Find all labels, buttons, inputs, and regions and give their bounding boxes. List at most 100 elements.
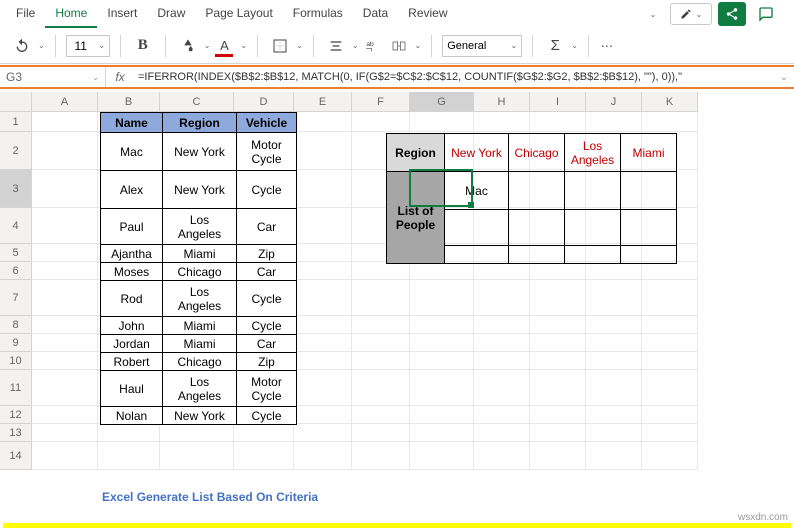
cell-A4[interactable]	[32, 208, 98, 244]
row-header-1[interactable]: 1	[0, 112, 32, 132]
cell-A14[interactable]	[32, 442, 98, 470]
row-header-3[interactable]: 3	[0, 170, 32, 208]
cell-E7[interactable]	[294, 280, 352, 316]
cell-F6[interactable]	[352, 262, 410, 280]
cell-J10[interactable]	[586, 352, 642, 370]
row-header-4[interactable]: 4	[0, 208, 32, 244]
cell-H13[interactable]	[474, 424, 530, 442]
cell-F1[interactable]	[352, 112, 410, 132]
bold-button[interactable]: B	[131, 34, 155, 58]
undo-dropdown[interactable]: ⌄	[38, 41, 45, 50]
cell-H6[interactable]	[474, 262, 530, 280]
cell-A5[interactable]	[32, 244, 98, 262]
cell-J14[interactable]	[586, 442, 642, 470]
cell-E8[interactable]	[294, 316, 352, 334]
cell-J9[interactable]	[586, 334, 642, 352]
cell-G8[interactable]	[410, 316, 474, 334]
cell-I12[interactable]	[530, 406, 586, 424]
row-header-14[interactable]: 14	[0, 442, 32, 470]
cell-F10[interactable]	[352, 352, 410, 370]
column-header-F[interactable]: F	[352, 92, 410, 112]
cell-I6[interactable]	[530, 262, 586, 280]
cell-I1[interactable]	[530, 112, 586, 132]
fill-color-button[interactable]	[176, 34, 200, 58]
cell-A10[interactable]	[32, 352, 98, 370]
tab-file[interactable]: File	[6, 0, 45, 28]
cell-K12[interactable]	[642, 406, 698, 424]
font-color-button[interactable]: A	[212, 34, 236, 58]
merge-button[interactable]	[387, 34, 411, 58]
align-center-button[interactable]	[324, 34, 348, 58]
cell-F9[interactable]	[352, 334, 410, 352]
undo-button[interactable]	[10, 34, 34, 58]
cell-A12[interactable]	[32, 406, 98, 424]
row-header-2[interactable]: 2	[0, 132, 32, 170]
cell-E6[interactable]	[294, 262, 352, 280]
cell-E4[interactable]	[294, 208, 352, 244]
cell-I11[interactable]	[530, 370, 586, 406]
cell-H14[interactable]	[474, 442, 530, 470]
column-header-A[interactable]: A	[32, 92, 98, 112]
name-box[interactable]: G3 ⌄	[0, 67, 106, 87]
cell-J7[interactable]	[586, 280, 642, 316]
cell-E14[interactable]	[294, 442, 352, 470]
cell-E13[interactable]	[294, 424, 352, 442]
number-format-selector[interactable]: General ⌄	[442, 35, 522, 57]
cell-G1[interactable]	[410, 112, 474, 132]
cell-K10[interactable]	[642, 352, 698, 370]
column-header-H[interactable]: H	[474, 92, 530, 112]
align-dropdown[interactable]: ⌄	[352, 41, 359, 50]
row-header-11[interactable]: 11	[0, 370, 32, 406]
formula-input[interactable]: =IFERROR(INDEX($B$2:$B$12, MATCH(0, IF(G…	[134, 67, 774, 87]
edit-mode-button[interactable]: ⌄	[670, 3, 712, 25]
cell-K6[interactable]	[642, 262, 698, 280]
tab-draw[interactable]: Draw	[147, 0, 195, 28]
cell-J13[interactable]	[586, 424, 642, 442]
cell-A3[interactable]	[32, 170, 98, 208]
row-header-13[interactable]: 13	[0, 424, 32, 442]
expand-formula-button[interactable]: ⌄	[774, 67, 794, 87]
cell-J1[interactable]	[586, 112, 642, 132]
tab-home[interactable]: Home	[45, 0, 97, 28]
cell-G13[interactable]	[410, 424, 474, 442]
cell-E1[interactable]	[294, 112, 352, 132]
cell-I10[interactable]	[530, 352, 586, 370]
fill-color-dropdown[interactable]: ⌄	[204, 41, 211, 50]
font-size-selector[interactable]: ⌄	[66, 35, 110, 57]
tab-review[interactable]: Review	[398, 0, 457, 28]
cell-D13[interactable]	[234, 424, 294, 442]
cell-J6[interactable]	[586, 262, 642, 280]
autosum-button[interactable]: Σ	[543, 34, 567, 58]
row-header-8[interactable]: 8	[0, 316, 32, 334]
column-header-K[interactable]: K	[642, 92, 698, 112]
cell-H10[interactable]	[474, 352, 530, 370]
column-header-J[interactable]: J	[586, 92, 642, 112]
merge-dropdown[interactable]: ⌄	[415, 41, 422, 50]
cell-H7[interactable]	[474, 280, 530, 316]
cell-G9[interactable]	[410, 334, 474, 352]
cell-F8[interactable]	[352, 316, 410, 334]
row-header-5[interactable]: 5	[0, 244, 32, 262]
row-header-12[interactable]: 12	[0, 406, 32, 424]
cell-G10[interactable]	[410, 352, 474, 370]
cell-K11[interactable]	[642, 370, 698, 406]
column-header-E[interactable]: E	[294, 92, 352, 112]
cell-H1[interactable]	[474, 112, 530, 132]
cell-I7[interactable]	[530, 280, 586, 316]
cell-F7[interactable]	[352, 280, 410, 316]
cell-C13[interactable]	[160, 424, 234, 442]
column-header-B[interactable]: B	[98, 92, 160, 112]
tab-page-layout[interactable]: Page Layout	[195, 0, 282, 28]
borders-button[interactable]	[268, 34, 292, 58]
cell-J8[interactable]	[586, 316, 642, 334]
column-header-D[interactable]: D	[234, 92, 294, 112]
font-size-input[interactable]	[67, 39, 95, 53]
cell-E10[interactable]	[294, 352, 352, 370]
cell-J12[interactable]	[586, 406, 642, 424]
cell-E11[interactable]	[294, 370, 352, 406]
cell-G11[interactable]	[410, 370, 474, 406]
cell-I9[interactable]	[530, 334, 586, 352]
cell-F14[interactable]	[352, 442, 410, 470]
cell-H12[interactable]	[474, 406, 530, 424]
cell-A9[interactable]	[32, 334, 98, 352]
